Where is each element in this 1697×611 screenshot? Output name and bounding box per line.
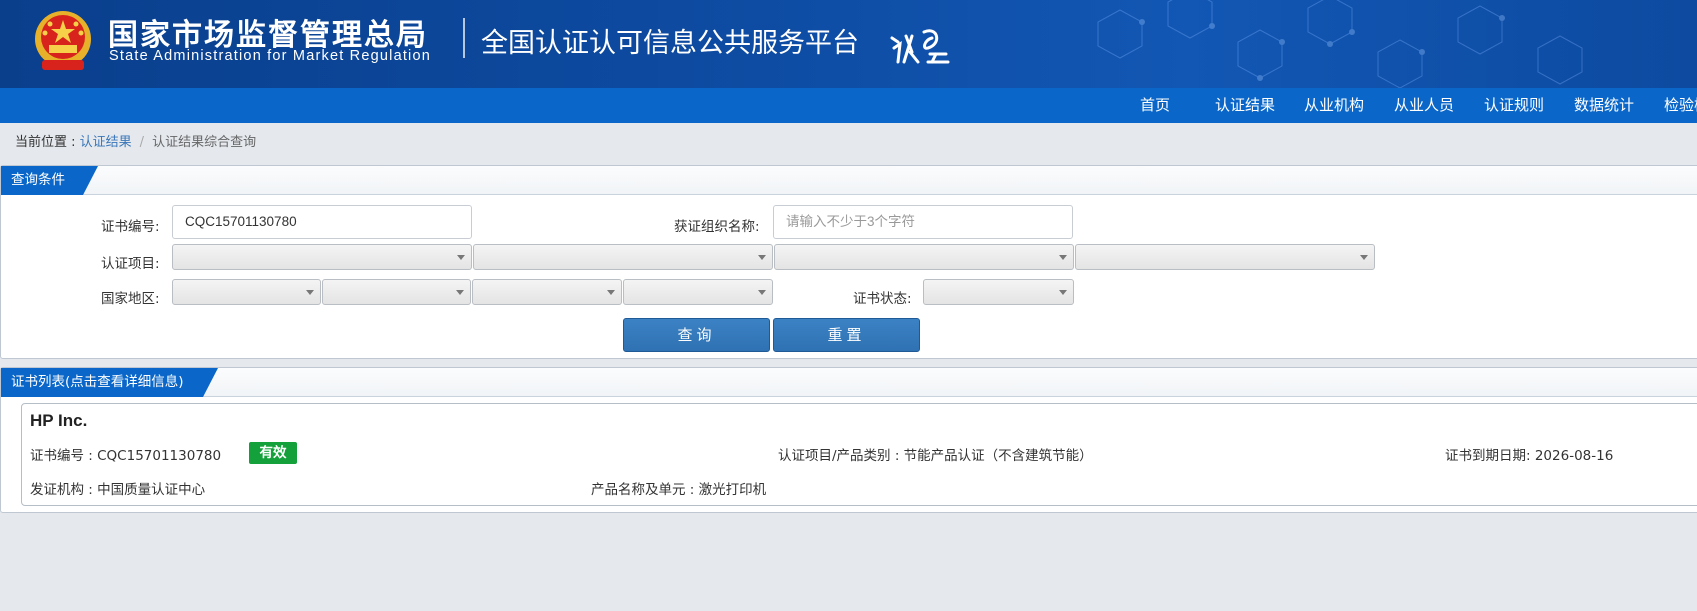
breadcrumb-prefix: 当前位置 :: [15, 135, 80, 150]
chevron-down-icon: [607, 290, 615, 295]
breadcrumb-link-cert-results[interactable]: 认证结果: [80, 135, 132, 150]
chevron-down-icon: [457, 255, 465, 260]
cert-item-select-1[interactable]: [172, 244, 472, 270]
query-panel-title: 查询条件: [11, 172, 65, 188]
issuer-field: 发证机构 : 中国质量认证中心: [30, 482, 206, 498]
region-select-2[interactable]: [322, 279, 471, 305]
nav-item-statistics[interactable]: 数据统计: [1574, 88, 1634, 123]
nav-item-cert-results[interactable]: 认证结果: [1215, 88, 1275, 123]
emblem-icon: [35, 11, 91, 70]
chevron-down-icon: [1059, 255, 1067, 260]
nav-item-institutions[interactable]: 从业机构: [1304, 88, 1364, 123]
chevron-down-icon: [758, 255, 766, 260]
org-name-label: 获证组织名称:: [674, 219, 760, 235]
org-name-input[interactable]: 请输入不少于3个字符: [773, 205, 1073, 239]
chevron-down-icon: [306, 290, 314, 295]
search-button[interactable]: 查询: [623, 318, 770, 352]
query-panel-header: 查询条件: [1, 166, 1697, 195]
breadcrumb: 当前位置 : 认证结果 / 认证结果综合查询: [15, 131, 256, 150]
region-select-3[interactable]: [472, 279, 622, 305]
cert-category-field: 认证项目/产品类别 : 节能产品认证（不含建筑节能）: [778, 448, 1093, 464]
cert-status-label: 证书状态:: [853, 291, 912, 307]
platform-title: 全国认证认可信息公共服务平台: [481, 28, 859, 59]
cert-no-input[interactable]: CQC15701130780: [172, 205, 472, 239]
region-select-1[interactable]: [172, 279, 321, 305]
header-banner: 国家市场监督管理总局 State Administration for Mark…: [0, 0, 1697, 88]
cert-item-label: 认证项目:: [101, 256, 160, 272]
breadcrumb-current: 认证结果综合查询: [152, 135, 257, 150]
cert-result-card[interactable]: HP Inc. 证书编号 : CQC15701130780 有效 认证项目/产品…: [21, 403, 1697, 506]
cert-item-select-3[interactable]: [774, 244, 1074, 270]
chevron-down-icon: [1059, 290, 1067, 295]
query-panel: 查询条件 证书编号: CQC15701130780 获证组织名称: 请输入不少于…: [0, 165, 1697, 359]
chevron-down-icon: [1360, 255, 1368, 260]
cert-no-label: 证书编号:: [101, 219, 160, 235]
cert-expiry-field: 证书到期日期: 2026-08-16: [1445, 448, 1614, 464]
nav-item-personnel[interactable]: 从业人员: [1394, 88, 1454, 123]
reset-button[interactable]: 重置: [773, 318, 920, 352]
brand-divider: [463, 18, 465, 58]
chevron-down-icon: [456, 290, 464, 295]
cert-status-select[interactable]: [923, 279, 1074, 305]
results-panel: 证书列表(点击查看详细信息) HP Inc. 证书编号 : CQC1570113…: [0, 367, 1697, 513]
renzheng-yun-logo-icon: [890, 29, 950, 64]
cert-item-select-4[interactable]: [1075, 244, 1375, 270]
region-label: 国家地区:: [101, 291, 160, 307]
cert-no-field: 证书编号 : CQC15701130780: [30, 448, 222, 464]
hexagon-pattern-icon: [1097, 0, 1583, 88]
status-badge: 有效: [249, 442, 297, 464]
main-nav: 首页 认证结果 从业机构 从业人员 认证规则 数据统计 检验检: [0, 88, 1697, 123]
cert-item-select-2[interactable]: [473, 244, 773, 270]
nav-item-home[interactable]: 首页: [1140, 88, 1170, 123]
nav-item-inspection[interactable]: 检验检: [1664, 88, 1697, 123]
brand-name-en: State Administration for Market Regulati…: [109, 48, 432, 64]
results-panel-title: 证书列表(点击查看详细信息): [11, 374, 184, 390]
breadcrumb-separator: /: [139, 135, 145, 150]
chevron-down-icon: [758, 290, 766, 295]
region-select-4[interactable]: [623, 279, 773, 305]
company-name: HP Inc.: [30, 411, 88, 430]
product-field: 产品名称及单元 : 激光打印机: [591, 482, 767, 498]
results-panel-header: 证书列表(点击查看详细信息): [1, 368, 1697, 397]
nav-item-cert-rules[interactable]: 认证规则: [1484, 88, 1544, 123]
